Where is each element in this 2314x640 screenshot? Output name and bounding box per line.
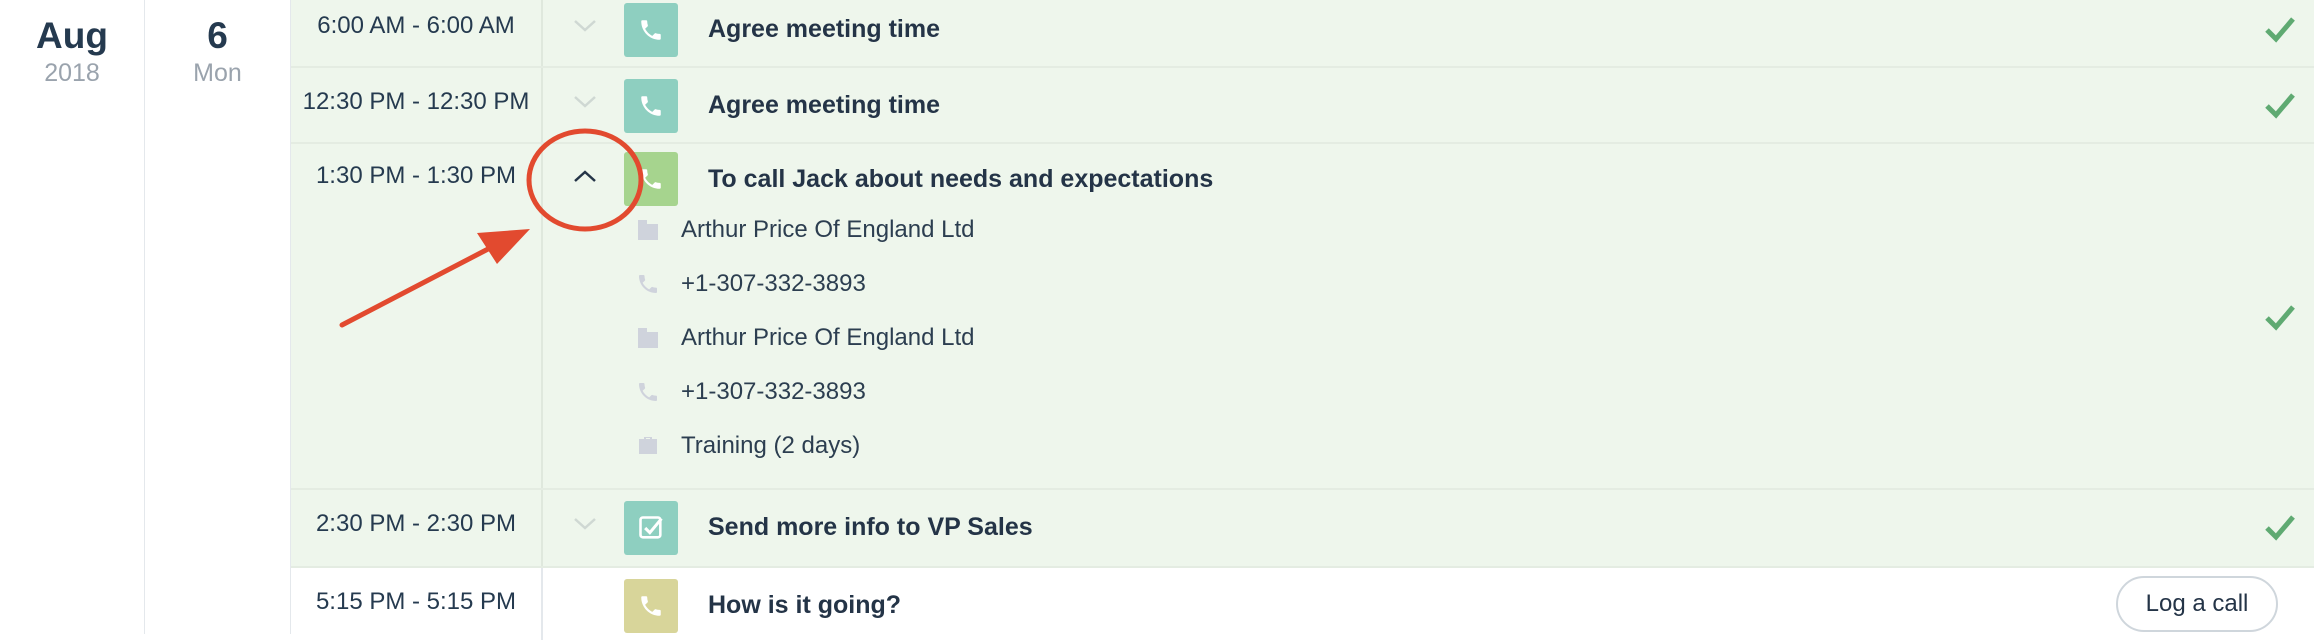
detail-text[interactable]: +1-307-332-3893	[681, 270, 866, 298]
completed-check-icon[interactable]	[2264, 90, 2296, 120]
detail-text[interactable]: Training (2 days)	[681, 432, 860, 460]
phone-icon	[635, 271, 661, 297]
expand-chevron-down-icon[interactable]	[567, 8, 603, 44]
month-column: Aug 2018	[0, 0, 145, 634]
activity-title[interactable]: Agree meeting time	[708, 14, 940, 44]
phone-icon	[624, 152, 678, 206]
detail-text[interactable]: +1-307-332-3893	[681, 378, 866, 406]
expand-chevron-down-icon[interactable]	[567, 84, 603, 120]
activity-time: 5:15 PM - 5:15 PM	[291, 568, 543, 640]
completed-check-icon[interactable]	[2264, 14, 2296, 44]
completed-check-icon[interactable]	[2264, 512, 2296, 542]
building-icon	[635, 217, 661, 243]
activity-time: 1:30 PM - 1:30 PM	[291, 144, 543, 488]
building-icon	[635, 325, 661, 351]
phone-icon	[624, 3, 678, 57]
activity-row[interactable]: 6:00 AM - 6:00 AM Agree meeting time	[291, 0, 2314, 68]
detail-phone[interactable]: +1-307-332-3893	[635, 267, 866, 301]
day-number: 6	[207, 15, 228, 56]
activity-time: 6:00 AM - 6:00 AM	[291, 0, 543, 66]
completed-check-icon[interactable]	[2264, 302, 2296, 332]
month-label: Aug	[36, 15, 108, 56]
expand-chevron-down-icon[interactable]	[567, 506, 603, 542]
activity-list: 6:00 AM - 6:00 AM Agree meeting time 12:…	[291, 0, 2314, 640]
log-a-call-button[interactable]: Log a call	[2116, 576, 2278, 632]
activity-title[interactable]: How is it going?	[708, 590, 901, 620]
detail-deal[interactable]: Training (2 days)	[635, 429, 860, 463]
activity-time: 12:30 PM - 12:30 PM	[291, 68, 543, 142]
detail-organization[interactable]: Arthur Price Of England Ltd	[635, 321, 974, 355]
task-check-icon	[624, 501, 678, 555]
activity-title[interactable]: Agree meeting time	[708, 90, 940, 120]
year-label: 2018	[44, 59, 100, 87]
weekday-label: Mon	[193, 59, 242, 87]
briefcase-icon	[635, 433, 661, 459]
detail-phone[interactable]: +1-307-332-3893	[635, 375, 866, 409]
activity-time: 2:30 PM - 2:30 PM	[291, 490, 543, 566]
phone-icon	[624, 79, 678, 133]
detail-text[interactable]: Arthur Price Of England Ltd	[681, 216, 974, 244]
collapse-chevron-up-icon[interactable]	[567, 158, 603, 194]
phone-icon	[624, 579, 678, 633]
detail-text[interactable]: Arthur Price Of England Ltd	[681, 324, 974, 352]
activity-title[interactable]: To call Jack about needs and expectation…	[708, 164, 1213, 194]
phone-icon	[635, 379, 661, 405]
activity-title[interactable]: Send more info to VP Sales	[708, 512, 1033, 542]
activity-row[interactable]: 2:30 PM - 2:30 PM Send more info to VP S…	[291, 490, 2314, 568]
activity-row[interactable]: 12:30 PM - 12:30 PM Agree meeting time	[291, 68, 2314, 144]
detail-organization[interactable]: Arthur Price Of England Ltd	[635, 213, 974, 247]
activity-row[interactable]: 5:15 PM - 5:15 PM How is it going?	[291, 568, 2314, 640]
activity-row-expanded[interactable]: 1:30 PM - 1:30 PM To call Jack about nee…	[291, 144, 2314, 490]
day-column: 6 Mon	[145, 0, 291, 634]
